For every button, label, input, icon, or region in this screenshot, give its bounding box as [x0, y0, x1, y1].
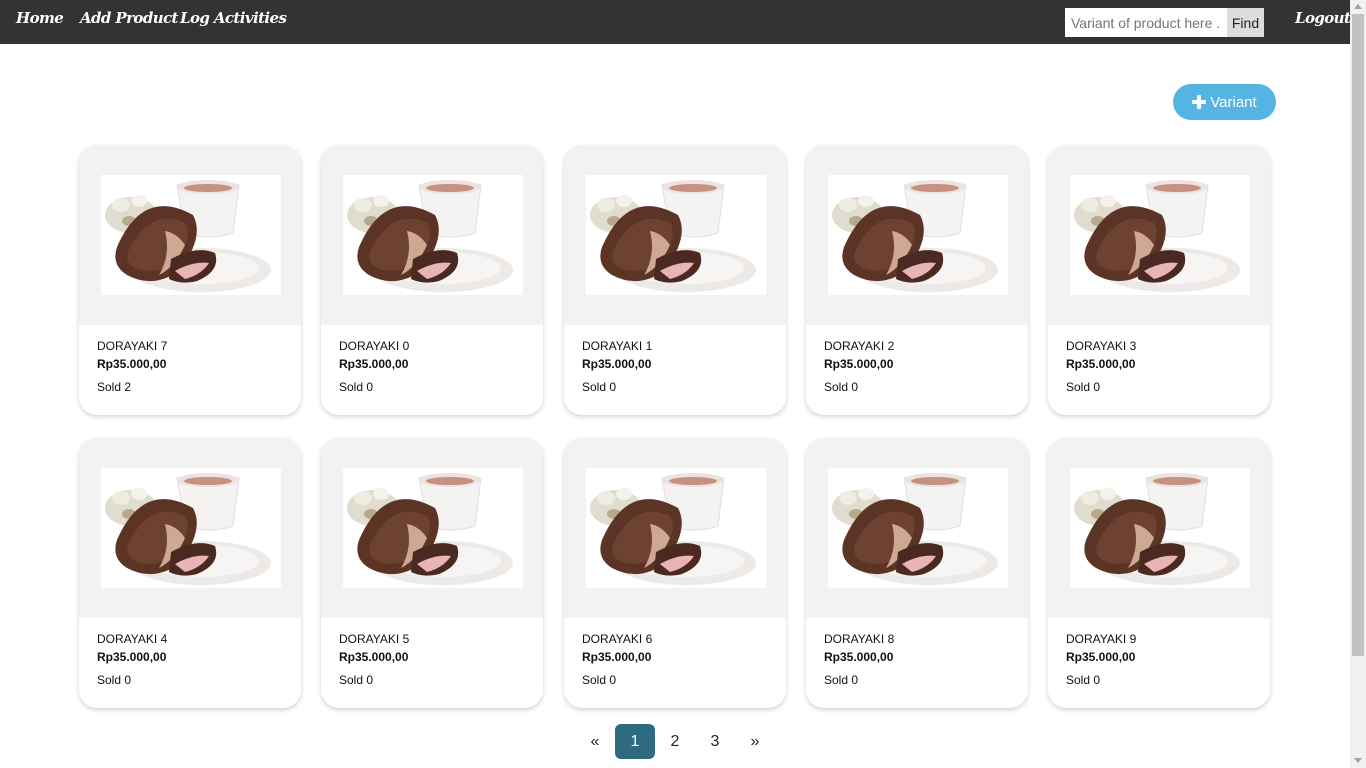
product-card[interactable]: DORAYAKI 5 Rp35.000,00 Sold 0 [321, 438, 543, 708]
product-card[interactable]: DORAYAKI 1 Rp35.000,00 Sold 0 [564, 145, 786, 415]
pagination-page-3[interactable]: 3 [695, 724, 735, 759]
product-card[interactable]: DORAYAKI 9 Rp35.000,00 Sold 0 [1048, 438, 1270, 708]
scroll-thumb[interactable] [1352, 14, 1364, 656]
product-card[interactable]: DORAYAKI 4 Rp35.000,00 Sold 0 [79, 438, 301, 708]
product-card[interactable]: DORAYAKI 0 Rp35.000,00 Sold 0 [321, 145, 543, 415]
product-image-area [79, 145, 301, 325]
nav-add-product-link[interactable]: Add Product [80, 9, 178, 27]
pagination-prev-link[interactable]: « [575, 724, 615, 759]
product-image [1070, 468, 1250, 588]
product-image-area [79, 438, 301, 618]
product-name: DORAYAKI 9 [1066, 632, 1137, 646]
nav-logout-link[interactable]: Logout [1295, 9, 1351, 27]
product-image [1070, 175, 1250, 295]
product-price: Rp35.000,00 [97, 357, 167, 371]
product-price: Rp35.000,00 [339, 650, 409, 664]
product-name: DORAYAKI 5 [339, 632, 410, 646]
product-price: Rp35.000,00 [582, 357, 652, 371]
product-image [101, 468, 281, 588]
product-image [828, 175, 1008, 295]
product-sold-count: Sold 0 [339, 673, 374, 687]
product-price: Rp35.000,00 [1066, 650, 1136, 664]
product-price: Rp35.000,00 [824, 357, 894, 371]
product-sold-count: Sold 0 [1066, 380, 1101, 394]
product-image-area [564, 145, 786, 325]
product-image [101, 175, 281, 295]
product-card[interactable]: DORAYAKI 6 Rp35.000,00 Sold 0 [564, 438, 786, 708]
product-image-area [1048, 438, 1270, 618]
pagination-page-1[interactable]: 1 [615, 724, 655, 759]
product-name: DORAYAKI 3 [1066, 339, 1137, 353]
product-price: Rp35.000,00 [339, 357, 409, 371]
product-sold-count: Sold 0 [824, 673, 859, 687]
product-name: DORAYAKI 0 [339, 339, 410, 353]
product-sold-count: Sold 0 [824, 380, 859, 394]
product-card[interactable]: DORAYAKI 3 Rp35.000,00 Sold 0 [1048, 145, 1270, 415]
product-name: DORAYAKI 1 [582, 339, 653, 353]
scroll-up-arrow-icon[interactable] [1354, 4, 1362, 9]
product-price: Rp35.000,00 [1066, 357, 1136, 371]
product-image-area [564, 438, 786, 618]
product-image-area [321, 438, 543, 618]
product-name: DORAYAKI 6 [582, 632, 653, 646]
product-sold-count: Sold 0 [97, 673, 132, 687]
top-navbar: Home Add Product Log Activities Find Log… [0, 0, 1351, 44]
product-image [586, 468, 766, 588]
product-image [343, 175, 523, 295]
product-image-area [1048, 145, 1270, 325]
product-name: DORAYAKI 4 [97, 632, 168, 646]
find-button[interactable]: Find [1227, 8, 1264, 37]
add-variant-button[interactable]: Variant [1173, 84, 1276, 120]
plus-icon [1192, 95, 1207, 109]
product-image-area [806, 145, 1028, 325]
product-price: Rp35.000,00 [97, 650, 167, 664]
scroll-down-arrow-icon[interactable] [1354, 758, 1362, 763]
product-sold-count: Sold 0 [582, 673, 617, 687]
product-image-area [321, 145, 543, 325]
pagination-page-2[interactable]: 2 [655, 724, 695, 759]
vertical-scrollbar[interactable] [1350, 0, 1366, 768]
product-sold-count: Sold 0 [1066, 673, 1101, 687]
product-name: DORAYAKI 8 [824, 632, 895, 646]
product-image-area [806, 438, 1028, 618]
product-image [828, 468, 1008, 588]
pagination: « 1 2 3 » [0, 724, 1350, 760]
product-name: DORAYAKI 2 [824, 339, 895, 353]
nav-home-link[interactable]: Home [16, 9, 64, 27]
product-card[interactable]: DORAYAKI 2 Rp35.000,00 Sold 0 [806, 145, 1028, 415]
product-price: Rp35.000,00 [582, 650, 652, 664]
product-card[interactable]: DORAYAKI 8 Rp35.000,00 Sold 0 [806, 438, 1028, 708]
pagination-next-link[interactable]: » [735, 724, 775, 759]
product-image [343, 468, 523, 588]
product-price: Rp35.000,00 [824, 650, 894, 664]
nav-log-activities-link[interactable]: Log Activities [180, 9, 287, 27]
product-card[interactable]: DORAYAKI 7 Rp35.000,00 Sold 2 [79, 145, 301, 415]
product-sold-count: Sold 2 [97, 380, 132, 394]
product-sold-count: Sold 0 [582, 380, 617, 394]
product-image [586, 175, 766, 295]
add-variant-label: Variant [1210, 93, 1257, 111]
product-sold-count: Sold 0 [339, 380, 374, 394]
search-input[interactable] [1065, 8, 1227, 37]
product-name: DORAYAKI 7 [97, 339, 168, 353]
